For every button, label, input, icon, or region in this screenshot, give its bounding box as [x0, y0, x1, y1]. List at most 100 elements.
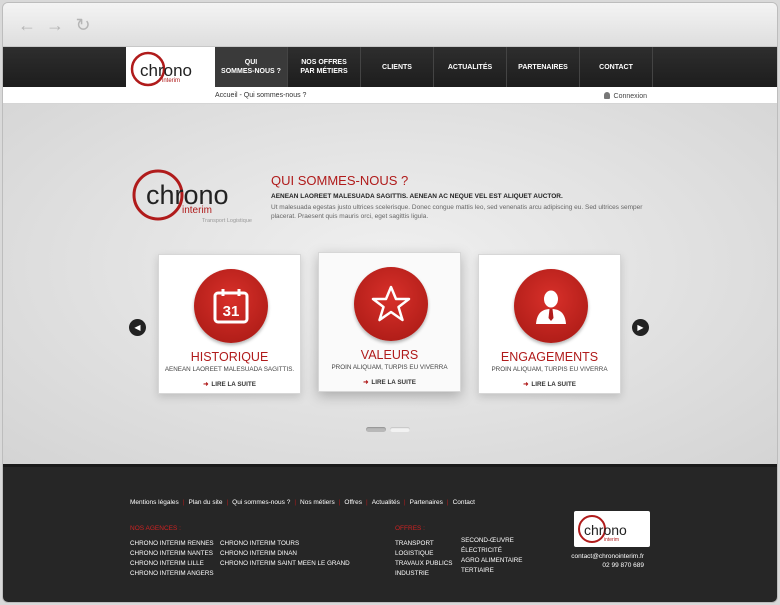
- arrow-right-icon: ➜: [203, 381, 209, 388]
- main-menu: QUI SOMMES-NOUS ? NOS OFFRES PAR MÉTIERS C…: [215, 47, 653, 87]
- menu-item[interactable]: PARTENAIRES: [507, 47, 580, 87]
- menu-item[interactable]: NOS OFFRES PAR MÉTIERS: [288, 47, 361, 87]
- agencies-list-2: CHRONO INTERIM TOURS CHRONO INTERIM DINAN…: [220, 539, 350, 569]
- agency-link[interactable]: CHRONO INTERIM LILLE: [130, 559, 214, 569]
- slider-pagination: [366, 427, 410, 432]
- footer-logo-sub: interim: [604, 537, 619, 543]
- footer-link[interactable]: Offres: [344, 499, 362, 506]
- menu-item-label: ACTUALITÉS: [447, 63, 493, 71]
- footer-link[interactable]: Actualités: [372, 499, 400, 506]
- card-historique[interactable]: 31 HISTORIQUE AENEAN LAOREET MALESUADA S…: [158, 254, 301, 394]
- offer-link[interactable]: LOGISTIQUE: [395, 549, 453, 559]
- footer-link-separator: |: [403, 499, 406, 506]
- agency-link[interactable]: CHRONO INTERIM ANGERS: [130, 569, 214, 579]
- star-icon: [371, 285, 411, 322]
- offers-title: OFFRES :: [395, 525, 425, 532]
- agency-link[interactable]: CHRONO INTERIM NANTES: [130, 549, 214, 559]
- arrow-right-icon: ➜: [363, 379, 369, 386]
- menu-item-label: NOS OFFRES PAR MÉTIERS: [300, 59, 348, 75]
- calendar-day: 31: [223, 303, 240, 320]
- footer-link-separator: |: [294, 499, 297, 506]
- back-arrow-icon[interactable]: ←: [17, 15, 37, 35]
- hero-logo: chrono interim Transport Logistique: [130, 165, 255, 225]
- menu-item-label: CONTACT: [599, 63, 633, 71]
- agencies-list-1: CHRONO INTERIM RENNES CHRONO INTERIM NANT…: [130, 539, 214, 579]
- browser-toolbar: ← → ↻: [3, 3, 777, 47]
- calendar-icon: 31: [213, 289, 249, 324]
- footer-link[interactable]: Partenaires: [410, 499, 443, 506]
- agencies-title: NOS AGENCES :: [130, 525, 181, 532]
- intro-title: QUI SOMMES-NOUS ?: [271, 173, 409, 188]
- offer-link[interactable]: SECOND-ŒUVRE: [461, 536, 522, 546]
- footer-link-separator: |: [182, 499, 185, 506]
- offer-link[interactable]: AGRO ALIMENTAIRE: [461, 556, 522, 566]
- card-title: HISTORIQUE: [190, 350, 269, 364]
- footer-link[interactable]: Plan du site: [188, 499, 222, 506]
- footer-link-separator: |: [446, 499, 449, 506]
- offers-list-1: TRANSPORT LOGISTIQUE TRAVAUX PUBLICS INDUST…: [395, 539, 453, 579]
- reload-icon[interactable]: ↻: [73, 15, 93, 35]
- footer-links: Mentions légales | Plan du site | Qui sommes…: [130, 499, 475, 506]
- footer-link-separator: |: [226, 499, 229, 506]
- footer-contact: contact@chronointerim.fr 02 99 870 689: [571, 552, 644, 570]
- card-subtitle: PROIN ALIQUAM, TURPIS EU VIVERRA: [491, 366, 608, 373]
- menu-item[interactable]: CONTACT: [580, 47, 653, 87]
- slider-dot-active[interactable]: [390, 427, 410, 432]
- site-footer: [3, 464, 777, 602]
- read-more-link[interactable]: ➜ LIRE LA SUITE: [319, 379, 460, 386]
- menu-item-label: CLIENTS: [382, 63, 412, 71]
- menu-item-label: PARTENAIRES: [518, 63, 568, 71]
- offer-link[interactable]: TRAVAUX PUBLICS: [395, 559, 453, 569]
- read-more-link[interactable]: ➜ LIRE LA SUITE: [159, 381, 300, 388]
- offer-link[interactable]: TERTIAIRE: [461, 566, 522, 576]
- intro-lead: AENEAN LAOREET MALESUADA SAGITTIS. AENEA…: [271, 193, 563, 200]
- contact-email[interactable]: contact@chronointerim.fr: [571, 552, 644, 561]
- offers-list-2: SECOND-ŒUVRE ÉLECTRICITÉ AGRO ALIMENTAIRE T…: [461, 536, 522, 576]
- login-link[interactable]: Connexion: [603, 92, 647, 100]
- next-arrow-icon[interactable]: ▶: [632, 319, 649, 336]
- hero-logo-tagline: Transport Logistique: [202, 218, 252, 224]
- prev-arrow-icon[interactable]: ◀: [129, 319, 146, 336]
- card-subtitle: AENEAN LAOREET MALESUADA SAGITTIS.: [164, 366, 295, 373]
- agency-link[interactable]: CHRONO INTERIM TOURS: [220, 539, 350, 549]
- offer-link[interactable]: INDUSTRIE: [395, 569, 453, 579]
- card-valeurs[interactable]: VALEURS PROIN ALIQUAM, TURPIS EU VIVERRA…: [318, 252, 461, 392]
- footer-link[interactable]: Nos métiers: [300, 499, 335, 506]
- login-label: Connexion: [613, 93, 647, 100]
- forward-arrow-icon[interactable]: →: [45, 15, 65, 35]
- arrow-right-icon: ➜: [523, 381, 529, 388]
- user-icon: [603, 92, 610, 99]
- slider-dot[interactable]: [366, 427, 386, 432]
- agency-link[interactable]: CHRONO INTERIM SAINT MEEN LE GRAND: [220, 559, 350, 569]
- person-icon: [536, 290, 566, 324]
- browser-window: ← → ↻ chrono interim QUI SOMMES-NOUS ? NO…: [2, 2, 778, 603]
- logo-sub: interim: [162, 78, 180, 84]
- menu-item[interactable]: CLIENTS: [361, 47, 434, 87]
- header-logo[interactable]: chrono interim: [126, 47, 215, 90]
- offer-link[interactable]: ÉLECTRICITÉ: [461, 546, 522, 556]
- menu-item-label: QUI SOMMES-NOUS ?: [221, 59, 281, 75]
- agency-link[interactable]: CHRONO INTERIM DINAN: [220, 549, 350, 559]
- card-engagements[interactable]: ENGAGEMENTS PROIN ALIQUAM, TURPIS EU VIV…: [478, 254, 621, 394]
- footer-logo[interactable]: chrono interim: [574, 511, 650, 547]
- contact-phone: 02 99 870 689: [602, 562, 644, 569]
- menu-item[interactable]: QUI SOMMES-NOUS ?: [215, 47, 288, 87]
- footer-link-separator: |: [338, 499, 341, 506]
- breadcrumb[interactable]: Accueil - Qui sommes-nous ?: [215, 92, 306, 99]
- card-icon-circle: 31: [194, 269, 268, 343]
- menu-item[interactable]: ACTUALITÉS: [434, 47, 507, 87]
- footer-link[interactable]: Mentions légales: [130, 499, 179, 506]
- offer-link[interactable]: TRANSPORT: [395, 539, 453, 549]
- read-more-link[interactable]: ➜ LIRE LA SUITE: [479, 381, 620, 388]
- footer-logo-text: chrono: [584, 522, 627, 538]
- agency-link[interactable]: CHRONO INTERIM RENNES: [130, 539, 214, 549]
- card-icon-circle: [514, 269, 588, 343]
- card-icon-circle: [354, 267, 428, 341]
- intro-text: Ut malesuada egestas justo ultrices scel…: [271, 204, 643, 220]
- footer-link-separator: |: [366, 499, 368, 506]
- sub-bar: [3, 87, 777, 104]
- hero-logo-sub: interim: [182, 205, 212, 216]
- footer-link[interactable]: Qui sommes-nous ?: [232, 499, 290, 506]
- card-subtitle: PROIN ALIQUAM, TURPIS EU VIVERRA: [331, 364, 448, 371]
- footer-link[interactable]: Contact: [453, 499, 475, 506]
